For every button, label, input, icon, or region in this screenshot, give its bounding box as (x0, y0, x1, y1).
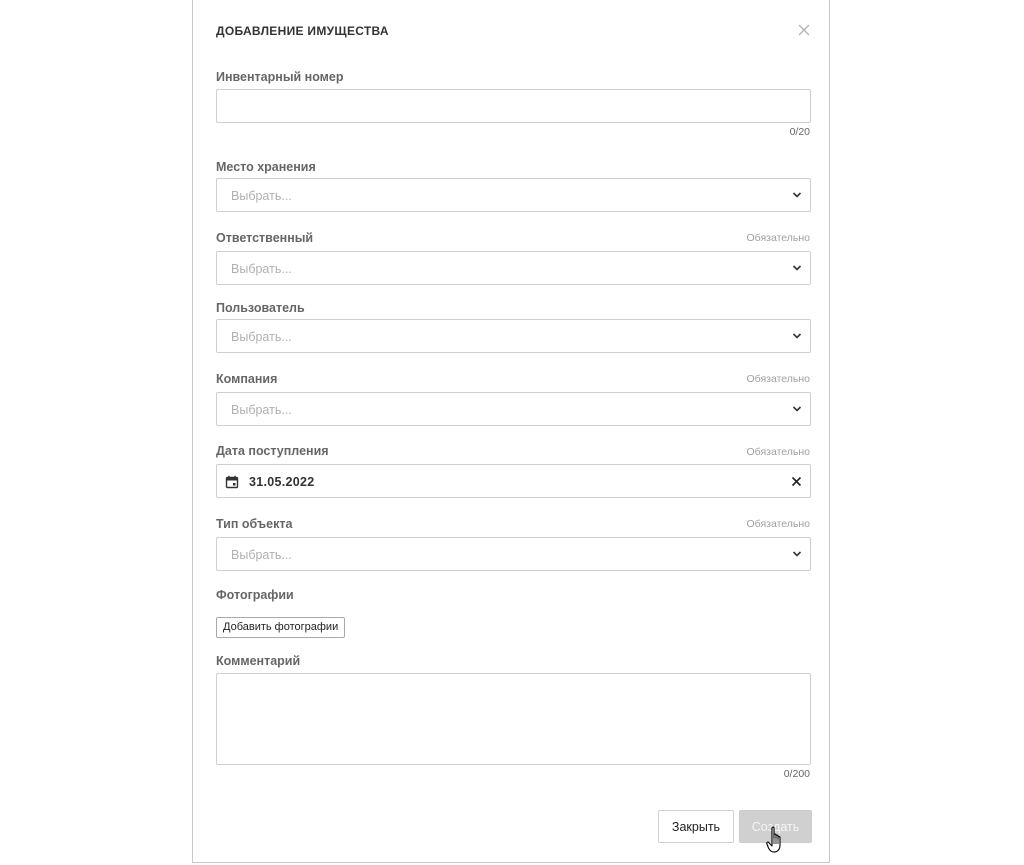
inventory-number-input[interactable] (216, 89, 811, 123)
storage-location-select[interactable]: Выбрать... (216, 178, 811, 212)
comment-label: Комментарий (216, 654, 301, 668)
clear-date-icon[interactable] (791, 476, 802, 487)
receipt-date-value: 31.05.2022 (249, 475, 315, 489)
user-label: Пользователь (216, 301, 305, 315)
photos-label: Фотографии (216, 588, 294, 602)
object-type-required-tag: Обязательно (746, 518, 810, 530)
storage-location-placeholder: Выбрать... (231, 189, 292, 203)
responsible-placeholder: Выбрать... (231, 262, 292, 276)
close-button[interactable]: Закрыть (658, 810, 734, 843)
responsible-label: Ответственный (216, 231, 314, 245)
receipt-date-required-tag: Обязательно (746, 446, 810, 458)
responsible-required-tag: Обязательно (746, 232, 810, 244)
inventory-number-label: Инвентарный номер (216, 70, 344, 84)
chevron-down-icon (792, 551, 802, 557)
company-placeholder: Выбрать... (231, 403, 292, 417)
company-label: Компания (216, 372, 278, 386)
calendar-icon (225, 475, 239, 489)
create-button[interactable]: Создать (739, 810, 812, 843)
company-required-tag: Обязательно (746, 373, 810, 385)
dialog-title: ДОБАВЛЕНИЕ ИМУЩЕСТВА (216, 24, 389, 38)
user-placeholder: Выбрать... (231, 330, 292, 344)
object-type-label: Тип объекта (216, 517, 293, 531)
chevron-down-icon (792, 192, 802, 198)
chevron-down-icon (792, 406, 802, 412)
comment-textarea[interactable] (216, 673, 811, 765)
receipt-date-label: Дата поступления (216, 444, 329, 458)
chevron-down-icon (792, 265, 802, 271)
close-icon[interactable] (797, 23, 811, 37)
object-type-select[interactable]: Выбрать... (216, 537, 811, 571)
receipt-date-input[interactable]: 31.05.2022 (216, 464, 811, 498)
responsible-select[interactable]: Выбрать... (216, 251, 811, 285)
object-type-placeholder: Выбрать... (231, 548, 292, 562)
company-select[interactable]: Выбрать... (216, 392, 811, 426)
chevron-down-icon (792, 333, 802, 339)
user-select[interactable]: Выбрать... (216, 319, 811, 353)
add-photos-button[interactable]: Добавить фотографии (216, 617, 346, 638)
comment-counter: 0/200 (783, 768, 810, 780)
inventory-number-counter: 0/20 (789, 126, 810, 138)
add-property-dialog: ДОБАВЛЕНИЕ ИМУЩЕСТВА Инвентарный номер 0… (192, 0, 830, 863)
storage-location-label: Место хранения (216, 160, 316, 174)
